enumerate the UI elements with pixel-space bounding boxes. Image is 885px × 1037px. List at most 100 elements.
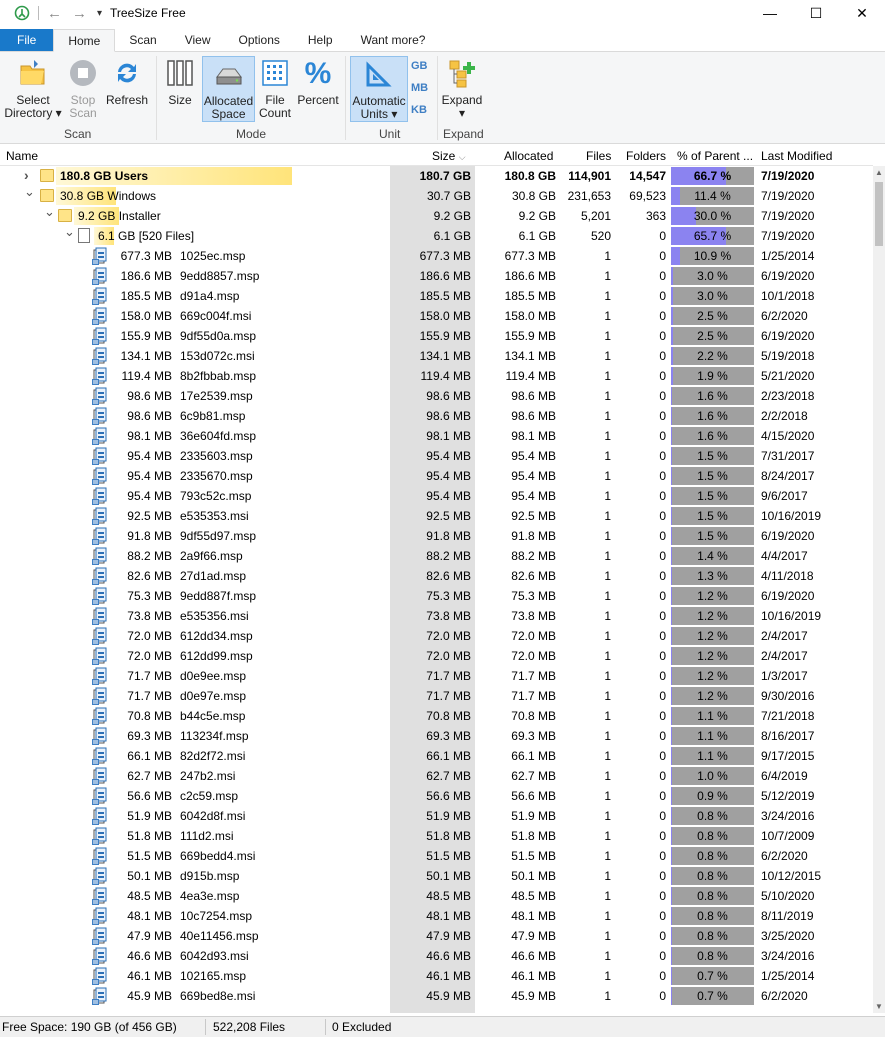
file-row[interactable]: 72.0 MB 612dd99.msp 72.0 MB 72.0 MB 1 0 1.2 % 2… [0,646,873,666]
percent-bar: 11.4 % [671,187,754,205]
file-row[interactable]: 95.4 MB 2335603.msp 95.4 MB 95.4 MB 1 0 1.5 % 7… [0,446,873,466]
file-row[interactable]: 677.3 MB 1025ec.msp 677.3 MB 677.3 MB 1 0 10.9… [0,246,873,266]
file-row[interactable]: 62.7 MB 247b2.msi 62.7 MB 62.7 MB 1 0 1.0 % 6/4… [0,766,873,786]
expand-button[interactable]: Expand ▾ [441,56,483,122]
tab-scan[interactable]: Scan [115,29,170,51]
scrollbar-thumb[interactable] [875,182,883,246]
file-row[interactable]: 95.4 MB 2335670.msp 95.4 MB 95.4 MB 1 0 1.5 % 8… [0,466,873,486]
file-row[interactable]: 88.2 MB 2a9f66.msp 88.2 MB 88.2 MB 1 0 1.4 % 4/… [0,546,873,566]
mode-percent-button[interactable]: % Percent [296,56,340,122]
file-row[interactable]: 75.3 MB 9edd887f.msp 75.3 MB 75.3 MB 1 0 1.2 %… [0,586,873,606]
file-name: 6042d93.msi [180,949,249,963]
maximize-button[interactable]: ☐ [793,0,839,26]
allocated-value: 88.2 MB [511,549,556,563]
column-header-name[interactable]: Name [6,149,38,163]
mode-allocated-space-button[interactable]: Allocated Space [202,56,255,122]
file-row[interactable]: 72.0 MB 612dd34.msp 72.0 MB 72.0 MB 1 0 1.2 % 2… [0,626,873,646]
file-row[interactable]: 48.5 MB 4ea3e.msp 48.5 MB 48.5 MB 1 0 0.8 % 5/1… [0,886,873,906]
file-row[interactable]: 98.6 MB 17e2539.msp 98.6 MB 98.6 MB 1 0 1.6 % 2… [0,386,873,406]
refresh-button[interactable]: Refresh [104,56,150,122]
chevron-down-icon[interactable]: ⌄ [44,204,55,220]
file-row[interactable]: 98.1 MB 36e604fd.msp 98.1 MB 98.1 MB 1 0 1.6 %… [0,426,873,446]
size-value: 9.2 GB [433,209,471,223]
file-row[interactable]: 155.9 MB 9df55d0a.msp 155.9 MB 155.9 MB 1 0 2.… [0,326,873,346]
back-arrow-icon[interactable]: ← [47,5,62,22]
column-header-last-modified[interactable]: Last Modified [761,149,832,163]
percent-bar: 1.2 % [671,647,754,665]
tab-file[interactable]: File [0,29,54,51]
file-row[interactable]: 51.8 MB 111d2.msi 51.8 MB 51.8 MB 1 0 0.8 % 10/… [0,826,873,846]
tab-want-more[interactable]: Want more? [347,29,440,51]
size-value: 95.4 MB [426,489,471,503]
file-row[interactable]: 158.0 MB 669c004f.msi 158.0 MB 158.0 MB 1 0 2.… [0,306,873,326]
scroll-up-icon[interactable]: ▲ [873,168,885,177]
file-row[interactable]: 82.6 MB 27d1ad.msp 82.6 MB 82.6 MB 1 0 1.3 % 4/… [0,566,873,586]
file-row[interactable]: 185.5 MB d91a4.msp 185.5 MB 185.5 MB 1 0 3.0 %… [0,286,873,306]
file-row[interactable]: 119.4 MB 8b2fbbab.msp 119.4 MB 119.4 MB 1 0 1.… [0,366,873,386]
file-row[interactable]: 71.7 MB d0e97e.msp 71.7 MB 71.7 MB 1 0 1.2 % 9/… [0,686,873,706]
last-modified-value: 7/19/2020 [761,169,815,183]
vertical-scrollbar[interactable]: ▲ ▼ [873,166,885,1013]
file-row[interactable]: 47.9 MB 40e11456.msp 47.9 MB 47.9 MB 1 0 0.8 %… [0,926,873,946]
file-row[interactable]: 71.7 MB d0e9ee.msp 71.7 MB 71.7 MB 1 0 1.2 % 1/… [0,666,873,686]
file-row[interactable]: 186.6 MB 9edd8857.msp 186.6 MB 186.6 MB 1 0 3.… [0,266,873,286]
unit-gb-button[interactable]: GB [411,60,428,72]
file-row[interactable]: 50.1 MB d915b.msp 50.1 MB 50.1 MB 1 0 0.8 % 10/… [0,866,873,886]
tree-row[interactable]: ⌄ 6.1 GB [520 Files] 6.1 GB 6.1 GB 520 0 65.7 … [0,224,873,246]
file-name: 40e11456.msp [180,929,259,943]
size-value: 56.6 MB [426,789,471,803]
tree-row[interactable]: ⌄ 9.2 GB Installer 9.2 GB 9.2 GB 5,201 363 30.… [0,204,873,226]
close-button[interactable]: ✕ [839,0,885,26]
file-row[interactable]: 51.5 MB 669bedd4.msi 51.5 MB 51.5 MB 1 0 0.8 %… [0,846,873,866]
unit-mb-button[interactable]: MB [411,82,428,94]
scroll-down-icon[interactable]: ▼ [873,1002,885,1011]
file-row[interactable]: 48.1 MB 10c7254.msp 48.1 MB 48.1 MB 1 0 0.8 % 8… [0,906,873,926]
size-value: 47.9 MB [426,929,471,943]
folders-value: 0 [659,949,666,963]
column-header-allocated[interactable]: Allocated [504,149,553,163]
file-row[interactable]: 56.6 MB c2c59.msp 56.6 MB 56.6 MB 1 0 0.9 % 5/1… [0,786,873,806]
file-row[interactable]: 91.8 MB 9df55d97.msp 91.8 MB 91.8 MB 1 0 1.5 %… [0,526,873,546]
folder-icon [40,169,54,182]
file-row[interactable]: 70.8 MB b44c5e.msp 70.8 MB 70.8 MB 1 0 1.1 % 7/… [0,706,873,726]
tab-view[interactable]: View [171,29,225,51]
chevron-right-icon[interactable]: › [24,167,29,183]
select-directory-button[interactable]: Select Directory ▾ [4,56,62,122]
folders-value: 0 [659,269,666,283]
chevron-down-icon[interactable]: ⌄ [64,224,75,240]
file-row[interactable]: 46.6 MB 6042d93.msi 46.6 MB 46.6 MB 1 0 0.8 % 3… [0,946,873,966]
tab-help[interactable]: Help [294,29,347,51]
file-row[interactable]: 98.6 MB 6c9b81.msp 98.6 MB 98.6 MB 1 0 1.6 % 2/… [0,406,873,426]
column-header-files[interactable]: Files [586,149,611,163]
file-row[interactable]: 66.1 MB 82d2f72.msi 66.1 MB 66.1 MB 1 0 1.1 % 9… [0,746,873,766]
minimize-button[interactable]: — [747,0,793,26]
tree-list[interactable]: › 180.8 GB Users 180.7 GB 180.8 GB 114,901 14… [0,166,873,1013]
mode-file-count-button[interactable]: File Count [256,56,294,122]
stop-scan-button[interactable]: Stop Scan [62,56,104,122]
tab-home[interactable]: Home [53,29,116,52]
unit-kb-button[interactable]: KB [411,104,427,116]
file-row[interactable]: 92.5 MB e535353.msi 92.5 MB 92.5 MB 1 0 1.5 % 1… [0,506,873,526]
percent-bar: 1.0 % [671,767,754,785]
file-name: 17e2539.msp [180,389,253,403]
column-header-folders[interactable]: Folders [626,149,666,163]
files-value: 1 [604,689,611,703]
chevron-down-icon[interactable]: ⌄ [24,184,35,200]
forward-arrow-icon[interactable]: → [72,5,87,22]
file-row[interactable]: 46.1 MB 102165.msp 46.1 MB 46.1 MB 1 0 0.7 % 1/… [0,966,873,986]
column-header-size[interactable]: Size ⌵ [432,149,466,163]
quick-access-dropdown-icon[interactable]: ▾ [97,8,102,19]
tab-options[interactable]: Options [225,29,294,51]
file-row[interactable]: 51.9 MB 6042d8f.msi 51.9 MB 51.9 MB 1 0 0.8 % 3… [0,806,873,826]
mode-size-button[interactable]: Size [162,56,198,122]
file-row[interactable]: 73.8 MB e535356.msi 73.8 MB 73.8 MB 1 0 1.2 % 1… [0,606,873,626]
tree-row[interactable]: › 180.8 GB Users 180.7 GB 180.8 GB 114,901 14… [0,166,873,186]
file-row[interactable]: 69.3 MB 113234f.msp 69.3 MB 69.3 MB 1 0 1.1 % 8… [0,726,873,746]
tree-row[interactable]: ⌄ 30.8 GB Windows 30.7 GB 30.8 GB 231,653 69,… [0,184,873,206]
column-header-percent[interactable]: % of Parent ... [677,149,753,163]
file-row[interactable]: 95.4 MB 793c52c.msp 95.4 MB 95.4 MB 1 0 1.5 % 9… [0,486,873,506]
file-row[interactable]: 45.9 MB 669bed8e.msi 45.9 MB 45.9 MB 1 0 0.7 %… [0,986,873,1006]
file-row[interactable]: 134.1 MB 153d072c.msi 134.1 MB 134.1 MB 1 0 2.… [0,346,873,366]
automatic-units-button[interactable]: Automatic Units ▾ [350,56,408,122]
folders-value: 0 [659,969,666,983]
